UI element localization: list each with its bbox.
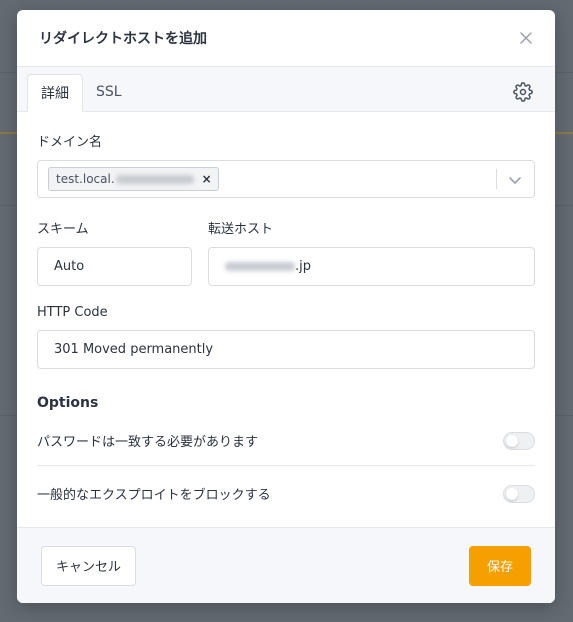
- add-redirect-host-modal: リダイレクトホストを追加 詳細 SSL ドメイン名 test.local. ×: [17, 10, 555, 603]
- cancel-button[interactable]: キャンセル: [41, 545, 136, 586]
- http-code-value: 301 Moved permanently: [54, 342, 214, 357]
- redacted-text: [115, 174, 194, 184]
- remove-chip-icon[interactable]: ×: [202, 172, 212, 186]
- modal-footer: キャンセル 保存: [17, 527, 555, 603]
- domain-names-input[interactable]: test.local. ×: [37, 160, 535, 198]
- forward-host-suffix: .jp: [295, 259, 311, 274]
- block-exploits-toggle[interactable]: [503, 484, 535, 503]
- http-code-label: HTTP Code: [37, 305, 108, 320]
- forward-host-input[interactable]: .jp: [208, 247, 535, 286]
- background-accent: [553, 132, 573, 134]
- domain-label: ドメイン名: [37, 135, 103, 150]
- redacted-text: [225, 262, 295, 271]
- http-code-select[interactable]: 301 Moved permanently: [37, 330, 535, 369]
- chevron-down-icon[interactable]: [507, 172, 523, 188]
- scheme-value: Auto: [54, 259, 85, 274]
- dropdown-separator: [496, 169, 497, 189]
- option-row: 一般的なエクスプロイトをブロックする: [37, 484, 535, 503]
- modal-body: ドメイン名 test.local. × スキーム Auto 転送ホスト .jp …: [17, 131, 555, 503]
- scheme-label: スキーム: [37, 222, 89, 237]
- domain-chip: test.local. ×: [48, 167, 219, 191]
- background-accent: [0, 132, 18, 134]
- gear-icon[interactable]: [513, 82, 533, 102]
- forward-host-group: 転送ホスト .jp: [208, 218, 535, 286]
- options-title: Options: [37, 395, 99, 411]
- divider: [37, 465, 535, 466]
- option-row: パスワードは一致する必要があります: [37, 431, 535, 450]
- forward-host-label: 転送ホスト: [208, 222, 274, 237]
- domain-chip-text: test.local.: [56, 172, 115, 186]
- scheme-forward-row: スキーム Auto 転送ホスト .jp: [37, 218, 535, 286]
- tab-ssl[interactable]: SSL: [83, 73, 135, 111]
- modal-header: リダイレクトホストを追加: [17, 10, 555, 67]
- tab-details[interactable]: 詳細: [27, 74, 83, 112]
- scheme-select[interactable]: Auto: [37, 247, 192, 286]
- scheme-group: スキーム Auto: [37, 218, 192, 286]
- save-button[interactable]: 保存: [469, 545, 531, 586]
- password-required-toggle[interactable]: [503, 431, 535, 450]
- tabs-bar: 詳細 SSL: [17, 67, 555, 112]
- close-icon[interactable]: [517, 29, 535, 47]
- option-label: 一般的なエクスプロイトをブロックする: [37, 488, 271, 503]
- option-label: パスワードは一致する必要があります: [37, 435, 259, 450]
- modal-title: リダイレクトホストを追加: [39, 31, 207, 47]
